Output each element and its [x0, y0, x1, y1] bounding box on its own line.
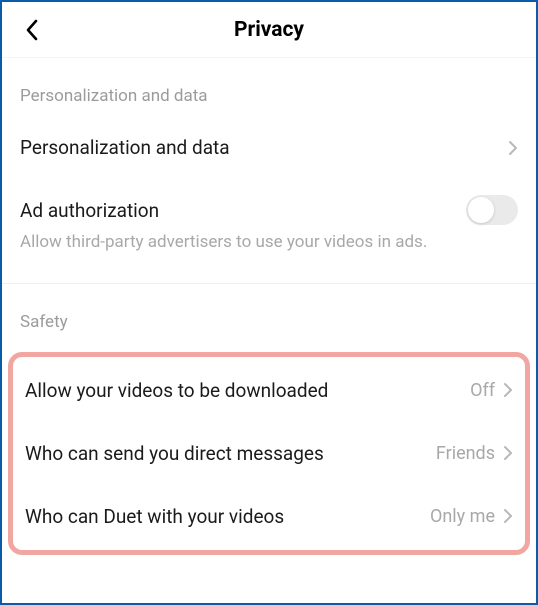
row-value: Only me [430, 506, 495, 527]
chevron-right-icon [508, 140, 518, 156]
chevron-right-icon [503, 382, 513, 398]
row-direct-messages[interactable]: Who can send you direct messages Friends [13, 422, 525, 485]
ad-authorization-toggle[interactable] [466, 195, 518, 225]
row-value: Friends [436, 443, 495, 464]
safety-highlight-box: Allow your videos to be downloaded Off W… [8, 352, 530, 555]
row-duet[interactable]: Who can Duet with your videos Only me [13, 485, 525, 548]
row-label: Personalization and data [20, 136, 230, 159]
row-personalization-and-data[interactable]: Personalization and data [2, 122, 536, 173]
row-label: Who can send you direct messages [25, 442, 324, 465]
ad-authorization-description: Allow third-party advertisers to use you… [2, 231, 536, 271]
row-ad-authorization: Ad authorization [2, 173, 536, 231]
row-value: Off [470, 380, 495, 401]
chevron-left-icon [24, 18, 40, 42]
chevron-right-icon [503, 508, 513, 524]
header: Privacy [2, 2, 536, 58]
section-header-personalization: Personalization and data [2, 58, 536, 122]
chevron-right-icon [503, 445, 513, 461]
back-button[interactable] [16, 14, 48, 46]
row-label: Ad authorization [20, 199, 159, 222]
section-header-safety: Safety [2, 284, 536, 348]
row-label: Who can Duet with your videos [25, 505, 284, 528]
page-title: Privacy [234, 18, 304, 42]
row-allow-downloads[interactable]: Allow your videos to be downloaded Off [13, 359, 525, 422]
toggle-knob [468, 197, 494, 223]
row-label: Allow your videos to be downloaded [25, 379, 328, 402]
